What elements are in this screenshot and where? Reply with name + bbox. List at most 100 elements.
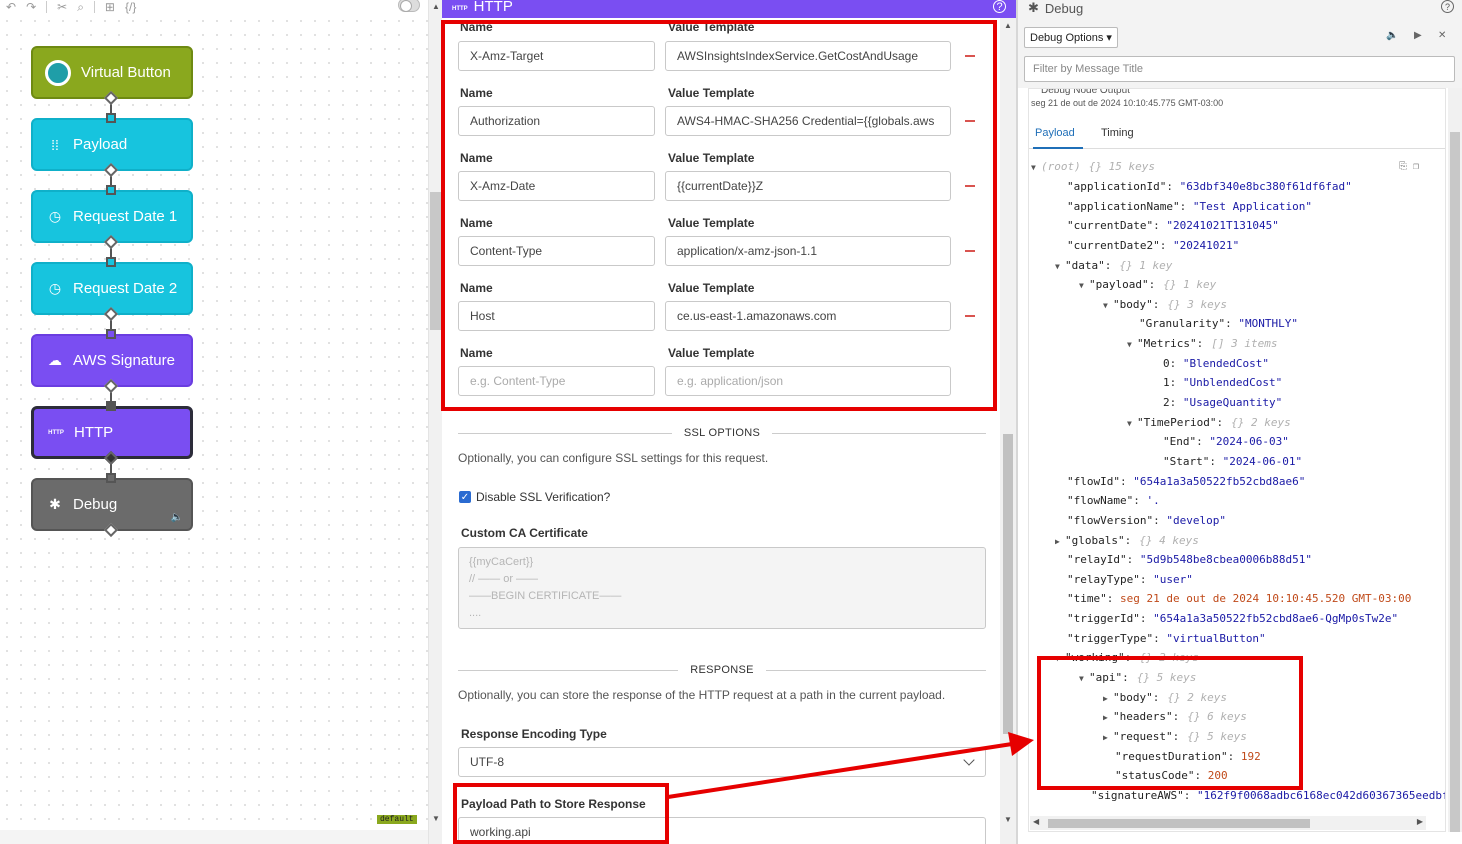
- expand-right-icon[interactable]: ▶: [1055, 537, 1065, 546]
- remove-header-icon[interactable]: [962, 48, 978, 64]
- json-tree-row[interactable]: ▶ "request":{} 5 keys: [1103, 730, 1247, 743]
- json-type-meta: {} 15 keys: [1088, 160, 1155, 173]
- input-port[interactable]: [106, 113, 116, 123]
- json-tree-row: "signatureAWS": "162f9f0068adbc6168ec042…: [1091, 789, 1446, 802]
- response-section-title: RESPONSE: [690, 664, 754, 676]
- input-port[interactable]: [106, 329, 116, 339]
- scroll-thumb[interactable]: [430, 192, 441, 330]
- template-icon[interactable]: {/}: [125, 0, 136, 14]
- tab-payload[interactable]: Payload: [1035, 127, 1075, 139]
- help-icon[interactable]: ?: [993, 0, 1006, 13]
- message-filter-input[interactable]: Filter by Message Title: [1024, 56, 1455, 82]
- scroll-up-icon[interactable]: ▲: [432, 2, 440, 11]
- debug-vertical-scrollbar[interactable]: [1448, 88, 1462, 832]
- input-port[interactable]: [106, 473, 116, 483]
- json-key: "body": [1113, 691, 1153, 704]
- payload-path-input[interactable]: working.api: [458, 817, 986, 844]
- json-value: 192: [1240, 750, 1261, 763]
- json-tree-row[interactable]: ▼ "working":{} 2 keys: [1055, 651, 1199, 664]
- zoom-icon[interactable]: ⌕: [77, 0, 84, 15]
- play-icon[interactable]: ▶: [1414, 30, 1422, 41]
- scroll-left-icon[interactable]: ◀: [1033, 817, 1039, 826]
- tab-timing[interactable]: Timing: [1101, 127, 1134, 139]
- header-name-input[interactable]: Authorization: [458, 106, 655, 136]
- help-icon[interactable]: ?: [1441, 0, 1454, 13]
- header-name-input[interactable]: X-Amz-Date: [458, 171, 655, 201]
- encoding-select[interactable]: UTF-8: [458, 747, 986, 777]
- json-tree-row[interactable]: ▶ "headers":{} 6 keys: [1103, 710, 1247, 723]
- json-tree-row[interactable]: ▶ "globals":{} 4 keys: [1055, 534, 1199, 547]
- json-tree-row[interactable]: ▼ "body":{} 3 keys: [1103, 298, 1227, 311]
- new-header-name-input[interactable]: e.g. Content-Type: [458, 366, 655, 396]
- json-key: "flowId": [1067, 475, 1120, 488]
- remove-header-icon[interactable]: [962, 243, 978, 259]
- header-name-input[interactable]: X-Amz-Target: [458, 41, 655, 71]
- scroll-up-icon[interactable]: ▲: [1004, 21, 1012, 30]
- undo-icon[interactable]: ↶: [6, 0, 16, 14]
- header-value-label: Value Template: [668, 86, 755, 100]
- new-header-value-input[interactable]: e.g. application/json: [665, 366, 951, 396]
- scroll-thumb[interactable]: [1003, 434, 1013, 734]
- input-port[interactable]: [106, 257, 116, 267]
- json-key: (root): [1041, 160, 1081, 173]
- expand-down-icon[interactable]: ▼: [1103, 301, 1113, 310]
- json-tree-row[interactable]: ▼ "Metrics":[] 3 items: [1127, 337, 1277, 350]
- expand-down-icon[interactable]: ▼: [1079, 674, 1089, 683]
- remove-header-icon[interactable]: [962, 308, 978, 324]
- expand-down-icon[interactable]: ▼: [1127, 419, 1137, 428]
- json-tree-row[interactable]: ▼ (root) {} 15 keys: [1031, 160, 1155, 173]
- scroll-thumb[interactable]: [1450, 132, 1460, 832]
- scroll-down-icon[interactable]: ▼: [1004, 815, 1012, 824]
- disable-ssl-checkbox[interactable]: ✓: [459, 491, 471, 503]
- cut-icon[interactable]: ✂: [57, 0, 67, 14]
- input-port[interactable]: [106, 401, 116, 411]
- scroll-down-icon[interactable]: ▼: [432, 814, 440, 823]
- json-tree-row[interactable]: ▼ "api":{} 5 keys: [1079, 671, 1196, 684]
- input-port[interactable]: [106, 185, 116, 195]
- close-icon[interactable]: ✕: [1438, 30, 1446, 41]
- expand-right-icon[interactable]: ▶: [1103, 694, 1113, 703]
- header-value-input[interactable]: AWSInsightsIndexService.GetCostAndUsage: [665, 41, 951, 71]
- scroll-right-icon[interactable]: ▶: [1417, 817, 1423, 826]
- json-tree-row[interactable]: ▼ "payload":{} 1 key: [1079, 278, 1216, 291]
- json-key: "time": [1067, 592, 1107, 605]
- canvas-vertical-scrollbar[interactable]: ▲ ▼: [428, 0, 442, 844]
- speaker-icon[interactable]: 🔈: [171, 512, 183, 523]
- expand-right-icon[interactable]: ▶: [1103, 733, 1113, 742]
- expand-down-icon[interactable]: ▼: [1055, 262, 1065, 271]
- expand-down-icon[interactable]: ▼: [1079, 281, 1089, 290]
- expand-down-icon[interactable]: ▼: [1031, 163, 1041, 172]
- expand-right-icon[interactable]: ▶: [1103, 713, 1113, 722]
- scroll-thumb[interactable]: [1048, 819, 1310, 828]
- header-value-input[interactable]: {{currentDate}}Z: [665, 171, 951, 201]
- speaker-icon[interactable]: 🔈: [1386, 30, 1398, 41]
- header-value-input[interactable]: ce.us-east-1.amazonaws.com: [665, 301, 951, 331]
- header-value-input[interactable]: AWS4-HMAC-SHA256 Credential={{globals.aw…: [665, 106, 951, 136]
- editor-scrollbar[interactable]: ▲ ▼: [1000, 18, 1016, 844]
- json-tree-row[interactable]: ▼ "data":{} 1 key: [1055, 259, 1172, 272]
- redo-icon[interactable]: ↷: [26, 0, 36, 14]
- header-value-input[interactable]: application/x-amz-json-1.1: [665, 236, 951, 266]
- ssl-section-title: SSL OPTIONS: [683, 427, 761, 439]
- remove-header-icon[interactable]: [962, 113, 978, 129]
- expand-down-icon[interactable]: ▼: [1055, 654, 1065, 663]
- workflow-canvas[interactable]: ↶ ↷ ✂ ⌕ ⊞ {/} Virtual Button ⁞⁞ Payload …: [0, 0, 428, 844]
- canvas-horizontal-scrollbar[interactable]: [0, 830, 428, 844]
- ca-certificate-textarea[interactable]: {{myCaCert}} // —— or —— ——BEGIN CERTIFI…: [458, 547, 986, 629]
- debug-horizontal-scrollbar[interactable]: ◀ ▶: [1030, 816, 1426, 830]
- copy-path-icon[interactable]: ⎘ ❐: [1399, 161, 1419, 172]
- json-tree-row: "triggerType": "virtualButton": [1067, 632, 1266, 645]
- expand-down-icon[interactable]: ▼: [1127, 340, 1137, 349]
- remove-header-icon[interactable]: [962, 178, 978, 194]
- json-type-meta: {} 1 key: [1119, 259, 1173, 272]
- json-tree-row[interactable]: ▼ "TimePeriod":{} 2 keys: [1127, 416, 1291, 429]
- json-value: "162f9f0068adbc6168ec042d60367365eedbf23: [1196, 789, 1446, 802]
- header-name-input[interactable]: Content-Type: [458, 236, 655, 266]
- json-key: "currentDate2": [1067, 239, 1160, 252]
- json-tree-row[interactable]: ▶ "body":{} 2 keys: [1103, 691, 1227, 704]
- header-name-input[interactable]: Host: [458, 301, 655, 331]
- add-icon[interactable]: ⊞: [105, 0, 115, 14]
- canvas-toggle[interactable]: [398, 0, 420, 12]
- debug-options-dropdown[interactable]: Debug Options ▾: [1024, 27, 1118, 48]
- response-description: Optionally, you can store the response o…: [458, 688, 946, 702]
